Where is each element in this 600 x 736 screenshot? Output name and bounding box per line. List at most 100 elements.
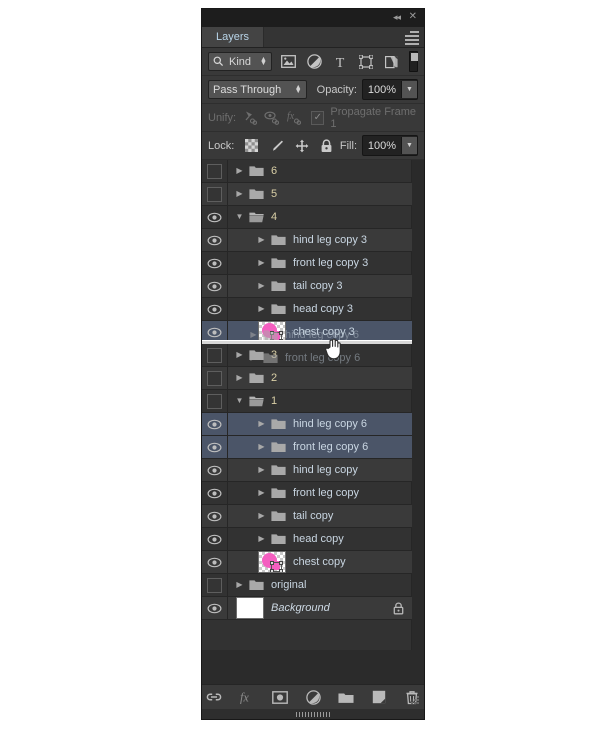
layer-row[interactable]: ▶ hind leg copy 6 [202,413,412,436]
layer-row-body[interactable]: ▶ head copy 3 [228,298,412,320]
opacity-field[interactable]: 100% ▼ [362,79,418,100]
layer-row[interactable]: chest copy [202,551,412,574]
layer-list[interactable]: ▶ 6 ▶ 5 ▼ 4 ▶ hind leg copy 3 ▶ front leg copy 3 ▶… [202,160,424,650]
layer-row[interactable]: ▼ 1 [202,390,412,413]
layer-name[interactable]: front leg copy 6 [293,441,368,453]
chevron-right-icon[interactable]: ▶ [234,581,245,589]
layer-row-body[interactable]: ▶ 2 [228,367,412,389]
layer-row-body[interactable]: ▶ hind leg copy 6 [228,413,412,435]
layer-row[interactable]: ▶ head copy [202,528,412,551]
lock-image-pixels-icon[interactable] [269,138,284,153]
new-layer-icon[interactable] [371,689,387,705]
layer-row[interactable]: ▶ tail copy 3 [202,275,412,298]
close-icon[interactable]: ✕ [409,12,417,22]
layer-row-body[interactable]: ▶ hind leg copy [228,459,412,481]
layer-row-body[interactable]: ▶ hind leg copy 3 [228,229,412,251]
chevron-right-icon[interactable]: ▶ [256,259,267,267]
chevron-right-icon[interactable]: ▶ [256,420,267,428]
unify-style-icon[interactable]: fx [286,109,302,126]
layer-row-body[interactable]: ▶ front leg copy 3 [228,252,412,274]
layer-row-body[interactable]: ▶ tail copy 3 [228,275,412,297]
layer-name[interactable]: head copy 3 [293,303,353,315]
eye-visible-icon[interactable] [202,275,228,297]
layer-row[interactable]: ▶ original [202,574,412,597]
shape-layer-filter-icon[interactable] [358,53,375,70]
layer-row[interactable]: ▶ hind leg copy 3 [202,229,412,252]
eye-visible-icon[interactable] [202,505,228,527]
layer-row-body[interactable]: ▶ original [228,574,412,596]
layer-name[interactable]: chest copy 3 [293,326,355,338]
eye-visible-icon[interactable] [202,436,228,458]
layer-row-body[interactable]: ▶ 3 [228,344,412,366]
collapse-double-arrow-icon[interactable]: ◂◂ [393,13,401,22]
eye-hidden-checkbox[interactable] [202,344,228,366]
chevron-right-icon[interactable]: ▶ [234,351,245,359]
layer-row[interactable]: ▶ 2 [202,367,412,390]
layer-row[interactable]: Background [202,597,412,620]
layer-row-body[interactable]: Background [228,597,412,619]
panel-footer-grip[interactable] [202,709,424,719]
eye-hidden-checkbox[interactable] [202,367,228,389]
drag-handle-icon[interactable] [296,711,330,717]
layer-thumbnail[interactable] [236,597,264,619]
layer-row[interactable]: ▶ front leg copy 3 [202,252,412,275]
eye-visible-icon[interactable] [202,229,228,251]
eye-hidden-checkbox[interactable] [202,390,228,412]
lock-all-icon[interactable] [319,138,334,153]
layer-name[interactable]: tail copy 3 [293,280,343,292]
chevron-down-icon[interactable]: ▼ [401,81,417,98]
layer-name[interactable]: original [271,579,306,591]
eye-visible-icon[interactable] [202,206,228,228]
layer-row-body[interactable]: ▶ head copy [228,528,412,550]
chevron-down-icon[interactable]: ▼ [234,397,245,405]
layer-row[interactable]: ▶ 6 [202,160,412,183]
layer-row-body[interactable]: ▼ 4 [228,206,412,228]
layer-row[interactable]: ▶ 3 [202,344,412,367]
chevron-right-icon[interactable]: ▶ [234,167,245,175]
type-layer-filter-icon[interactable]: T [332,53,349,70]
layer-row-body[interactable]: ▶ 5 [228,183,412,205]
eye-visible-icon[interactable] [202,413,228,435]
layer-name[interactable]: tail copy [293,510,333,522]
layer-row-body[interactable]: ▼ 1 [228,390,412,412]
layer-row[interactable]: ▶ 5 [202,183,412,206]
fill-field[interactable]: 100% ▼ [362,135,418,156]
layer-row-body[interactable]: ▶ 6 [228,160,412,182]
chevron-right-icon[interactable]: ▶ [256,305,267,313]
chevron-right-icon[interactable]: ▶ [256,535,267,543]
eye-hidden-checkbox[interactable] [202,183,228,205]
chevron-right-icon[interactable]: ▶ [256,512,267,520]
chevron-right-icon[interactable]: ▶ [234,374,245,382]
filter-kind-select[interactable]: Kind ▲ ▼ [208,52,272,71]
add-layer-mask-icon[interactable] [272,689,288,705]
layer-name[interactable]: front leg copy [293,487,359,499]
eye-visible-icon[interactable] [202,298,228,320]
layer-style-fx-icon[interactable]: fx [239,689,255,705]
lock-transparent-pixels-icon[interactable] [244,138,259,153]
layer-name[interactable]: 5 [271,188,277,200]
pixel-layer-filter-icon[interactable] [280,53,297,70]
propagate-frame-checkbox[interactable]: ✓ [311,110,325,125]
resize-grip-icon[interactable] [411,696,420,705]
unify-position-icon[interactable] [242,109,258,126]
layer-row[interactable]: ▼ 4 [202,206,412,229]
layer-thumbnail[interactable] [258,551,286,573]
adjustment-layer-filter-icon[interactable] [306,53,323,70]
eye-visible-icon[interactable] [202,459,228,481]
tab-layers[interactable]: Layers [202,27,265,47]
layer-row[interactable]: ▶ tail copy [202,505,412,528]
layer-row-body[interactable]: chest copy [228,551,412,573]
layer-name[interactable]: chest copy [293,556,346,568]
unify-visibility-icon[interactable] [264,109,280,126]
layer-name[interactable]: hind leg copy 6 [293,418,367,430]
blend-mode-select[interactable]: Pass Through ▲ ▼ [208,80,307,99]
panel-menu-icon[interactable] [405,31,419,45]
chevron-down-icon[interactable]: ▼ [401,137,417,154]
layer-name[interactable]: front leg copy 3 [293,257,368,269]
layer-row-body[interactable]: ▶ front leg copy 6 [228,436,412,458]
eye-hidden-checkbox[interactable] [202,160,228,182]
eye-visible-icon[interactable] [202,528,228,550]
smart-object-filter-icon[interactable] [384,53,401,70]
chevron-right-icon[interactable]: ▶ [234,190,245,198]
layer-list-scrollbar[interactable] [411,160,424,650]
